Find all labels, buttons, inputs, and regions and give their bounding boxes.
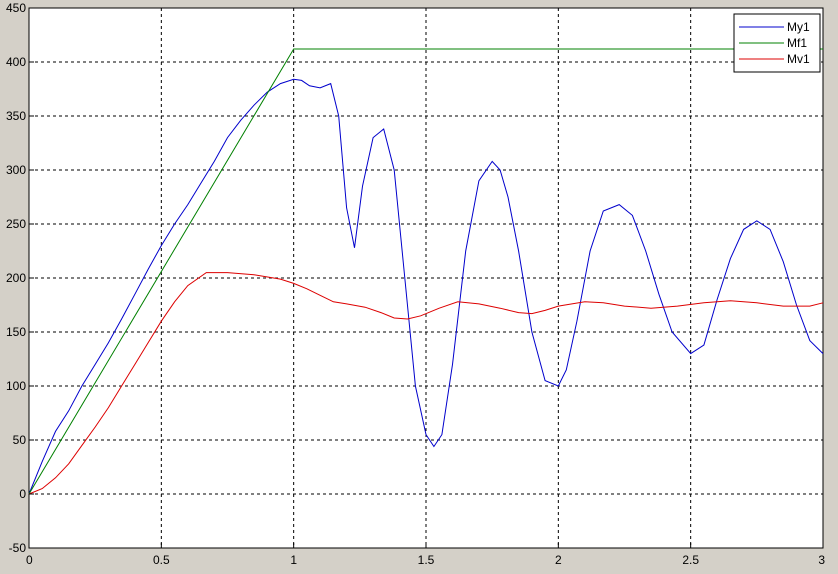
x-tick-label: 2 [555,553,562,567]
figure: 0 0.5 1 1.5 2 2.5 3 -50 0 50 100 150 200 250 300 350 400… [0,0,838,569]
line-chart: 0 0.5 1 1.5 2 2.5 3-50050100150200250300350400… [6,1,825,567]
y-tick-label: 200 [6,271,26,285]
y-tick-label: 50 [13,433,27,447]
y-tick-label: 400 [6,55,26,69]
y-tick-label: 250 [6,217,26,231]
legend-label-mf1: Mf1 [787,36,807,50]
y-tick-label: 300 [6,163,26,177]
legend-label-my1: My1 [787,20,810,34]
x-tick-label: 1.5 [418,553,435,567]
x-tick-label: 0.5 [153,553,170,567]
x-tick-label: 3 [818,553,825,567]
y-tick-label: -50 [9,541,27,555]
legend: My1 Mf1 Mv1 [733,13,821,73]
y-tick-label: 350 [6,109,26,123]
y-tick-label: 0 [19,487,26,501]
legend-label-mv1: Mv1 [787,52,810,66]
x-tick-label: 2.5 [682,553,699,567]
x-tick-label: 1 [290,553,297,567]
y-tick-label: 100 [6,379,26,393]
y-tick-label: 450 [6,1,26,15]
x-tick-label: 0 [26,553,33,567]
y-tick-label: 150 [6,325,26,339]
